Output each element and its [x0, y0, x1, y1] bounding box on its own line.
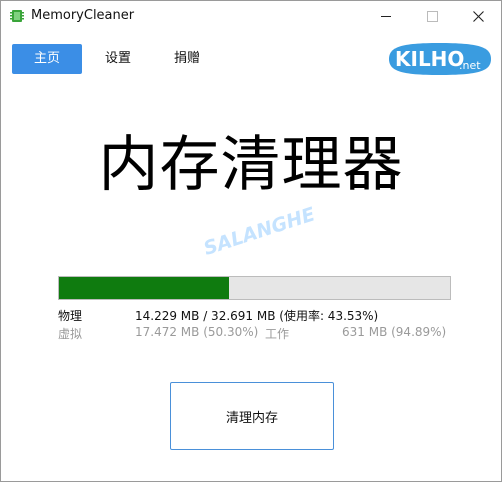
kilho-logo[interactable]: KILHO .net: [387, 41, 493, 77]
virtual-value: 17.472 MB (50.30%): [135, 325, 259, 339]
app-window: MemoryCleaner 主页 设置 捐赠 KILHO .net 内存清理器 …: [0, 0, 502, 482]
window-title: MemoryCleaner: [31, 8, 135, 23]
minimize-icon: [381, 16, 391, 17]
logo-text: KILHO: [395, 47, 464, 71]
tab-donate[interactable]: 捐赠: [162, 44, 212, 74]
page-title: 内存清理器: [98, 130, 404, 200]
physical-label: 物理: [58, 309, 83, 323]
working-label: 工作: [265, 327, 290, 341]
maximize-button[interactable]: [409, 1, 455, 32]
physical-value: 14.229 MB / 32.691 MB (使用率: 43.53%): [135, 309, 379, 323]
virtual-label: 虚拟: [58, 327, 83, 341]
memory-chip-icon: [10, 10, 24, 22]
watermark: SALANGHE: [201, 203, 318, 260]
maximize-icon: [426, 11, 438, 22]
memory-usage-fill: [59, 277, 230, 299]
clean-memory-button[interactable]: 清理内存: [170, 382, 334, 450]
close-button[interactable]: [455, 1, 501, 32]
working-value: 631 MB (94.89%): [342, 325, 447, 339]
tab-settings[interactable]: 设置: [93, 44, 143, 74]
close-icon: [472, 11, 484, 22]
minimize-button[interactable]: [363, 1, 409, 32]
logo-suffix: .net: [459, 59, 481, 72]
tab-home[interactable]: 主页: [12, 44, 82, 74]
title-bar[interactable]: MemoryCleaner: [1, 1, 501, 32]
memory-usage-bar: [58, 276, 451, 300]
